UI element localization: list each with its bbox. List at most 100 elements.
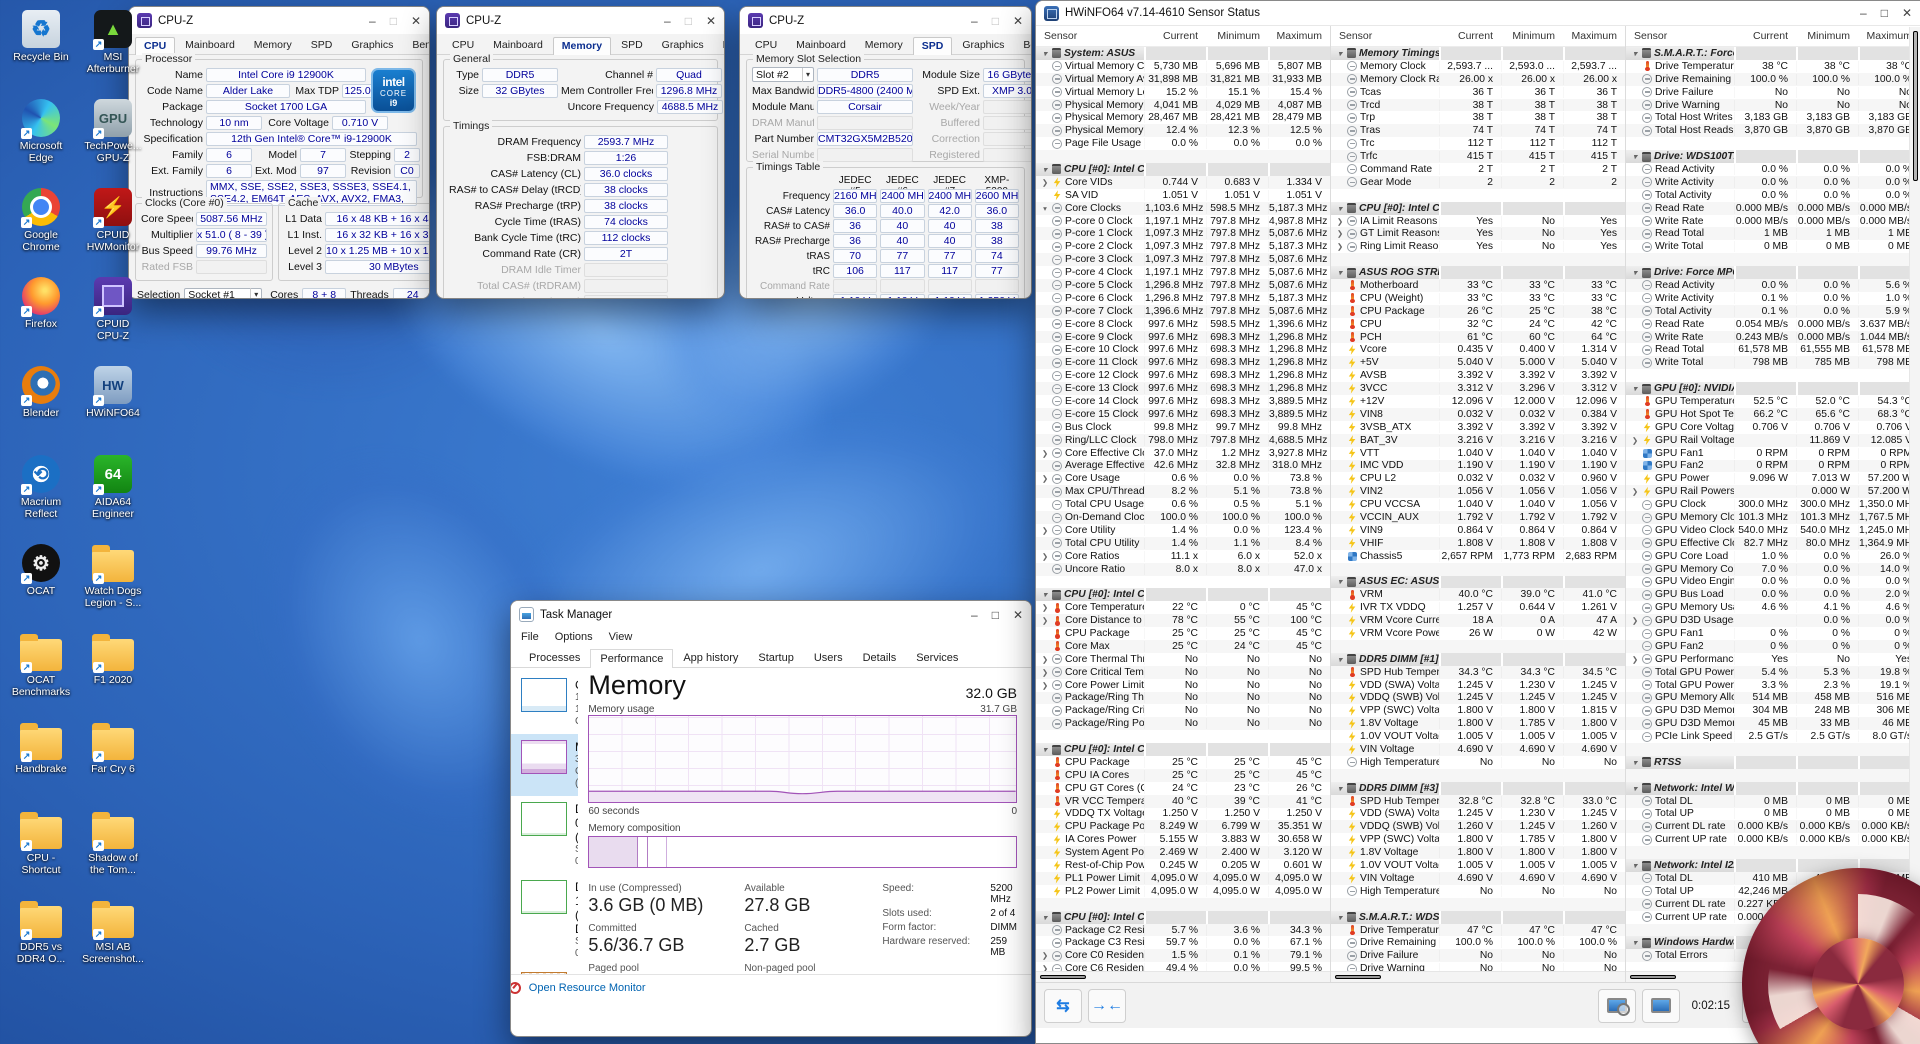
sensor-row[interactable]: E-core 8 Clock997.6 MHz598.5 MHz1,396.6 … — [1036, 318, 1330, 331]
sensor-row[interactable]: ❯Core VIDs0.744 V0.683 V1.334 V — [1036, 176, 1330, 189]
sensor-row[interactable]: CPU IA Cores25 °C25 °C45 °C — [1036, 769, 1330, 782]
desktop-icon-watch-dogs[interactable]: ↗Watch Dogs Legion - S... — [76, 542, 150, 609]
sensor-row[interactable]: Average Effective Clock42.6 MHz32.8 MHz3… — [1036, 460, 1330, 473]
collapse-icon[interactable]: ▾ — [1631, 268, 1639, 277]
sensor-row[interactable]: Vcore0.435 V0.400 V1.314 V — [1331, 343, 1625, 356]
sensor-row[interactable]: Read Activity0.0 %0.0 %5.6 % — [1626, 279, 1920, 292]
collapse-icon[interactable]: ▾ — [1631, 861, 1639, 870]
minimize-icon[interactable]: – — [971, 15, 978, 27]
horizontal-scrollbar[interactable] — [1036, 971, 1330, 982]
minimize-icon[interactable]: – — [971, 609, 978, 621]
sensor-row[interactable]: GPU Core Load1.0 %0.0 %26.0 % — [1626, 550, 1920, 563]
expand-icon[interactable]: ❯ — [1041, 552, 1049, 561]
sensor-row[interactable]: Drive WarningNoNoNo — [1331, 962, 1625, 971]
sensor-row[interactable]: Total CPU Usage0.6 %0.5 %5.1 % — [1036, 498, 1330, 511]
sensor-row[interactable]: Trcd38 T38 T38 T — [1331, 99, 1625, 112]
sensor-row[interactable]: Drive WarningNoNoNo — [1626, 99, 1920, 112]
expand-icon[interactable]: ❯ — [1336, 217, 1344, 226]
desktop-icon-far-cry-6[interactable]: ↗Far Cry 6 — [76, 720, 150, 776]
open-resource-monitor-link[interactable]: Open Resource Monitor — [529, 982, 646, 994]
sensor-row[interactable]: CPU Package25 °C25 °C45 °C — [1036, 627, 1330, 640]
sensor-row[interactable]: VR VCC Temperature (...40 °C39 °C41 °C — [1036, 795, 1330, 808]
sensor-row[interactable]: P-core 1 Clock1,097.3 MHz797.8 MHz5,087.… — [1036, 227, 1330, 240]
tab-memory[interactable]: Memory — [553, 37, 611, 55]
sensor-row[interactable]: Motherboard33 °C33 °C33 °C — [1331, 279, 1625, 292]
sensor-row[interactable]: Total CPU Utility1.4 %1.1 %8.4 % — [1036, 537, 1330, 550]
desktop-icon-firefox[interactable]: ↗Firefox — [4, 275, 78, 331]
sensor-row[interactable]: VPP (SWC) Voltage1.800 V1.800 V1.815 V — [1331, 704, 1625, 717]
sensor-row[interactable]: CPU Package26 °C25 °C38 °C — [1331, 305, 1625, 318]
desktop-icon-ddr5-vs[interactable]: ↗DDR5 vs DDR4 O... — [4, 898, 78, 965]
sensor-section-row[interactable]: ▾DDR5 DIMM [#3] — [1331, 782, 1625, 795]
sensor-row[interactable]: Tras74 T74 T74 T — [1331, 124, 1625, 137]
sensor-row[interactable]: Drive FailureNoNoNo — [1331, 949, 1625, 962]
sensor-row[interactable]: 1.0V VOUT Voltage1.005 V1.005 V1.005 V — [1331, 859, 1625, 872]
desktop-icon-cpuid[interactable]: ↗CPUID CPU-Z — [76, 275, 150, 342]
collapse-icon[interactable]: ▾ — [1041, 913, 1049, 922]
tab-users[interactable]: Users — [804, 648, 853, 667]
collapse-icon[interactable]: ▾ — [1336, 784, 1344, 793]
sensor-row[interactable]: VPP (SWC) Voltage1.800 V1.785 V1.800 V — [1331, 833, 1625, 846]
sensor-row[interactable]: PL2 Power Limit4,095.0 W4,095.0 W4,095.0… — [1036, 885, 1330, 898]
minimize-icon[interactable]: – — [369, 15, 376, 27]
sensor-row[interactable]: ❯GPU Rail Voltages11.869 V12.085 V — [1626, 434, 1920, 447]
swap-columns-button[interactable]: ⇆ — [1044, 989, 1082, 1023]
sensor-row[interactable]: Package/Ring Power Li...NoNoNo — [1036, 717, 1330, 730]
maximize-icon[interactable]: □ — [1881, 7, 1888, 19]
desktop-icon-msi[interactable]: ▲↗MSI Afterburner — [76, 8, 150, 75]
sensor-row[interactable]: VIN90.864 V0.864 V0.864 V — [1331, 524, 1625, 537]
sensor-row[interactable]: P-core 2 Clock1,097.3 MHz797.8 MHz5,187.… — [1036, 240, 1330, 253]
cpuz-titlebar[interactable]: CPU-Z –□✕ — [740, 7, 1031, 34]
sensor-row[interactable]: GPU D3D Memory Dynamic45 MB33 MB46 MB — [1626, 717, 1920, 730]
sensor-row[interactable]: SPD Hub Temperature34.3 °C34.3 °C34.5 °C — [1331, 666, 1625, 679]
menu-file[interactable]: File — [521, 631, 539, 643]
collapse-icon[interactable]: ▾ — [1336, 577, 1344, 586]
desktop-icon-cpu-[interactable]: ↗CPU - Shortcut — [4, 809, 78, 876]
sensor-row[interactable]: CPU VCCSA1.040 V1.040 V1.056 V — [1331, 498, 1625, 511]
menu-view[interactable]: View — [609, 631, 633, 643]
sensor-row[interactable]: Trfc415 T415 T415 T — [1331, 150, 1625, 163]
expand-icon[interactable]: ❯ — [1336, 229, 1344, 238]
desktop-icon-google[interactable]: ↗Google Chrome — [4, 186, 78, 253]
expand-icon[interactable]: ❯ — [1631, 436, 1639, 445]
sensor-row[interactable]: 1.8V Voltage1.800 V1.800 V1.800 V — [1331, 846, 1625, 859]
sidebar-item-memory[interactable]: Memory3.9/31.7 GB (12%) — [511, 734, 578, 796]
sensor-row[interactable]: VIN Voltage4.690 V4.690 V4.690 V — [1331, 743, 1625, 756]
sensor-row[interactable]: CPU GT Cores (Graphics)24 °C23 °C26 °C — [1036, 782, 1330, 795]
close-icon[interactable]: ✕ — [1902, 7, 1912, 19]
sensor-row[interactable]: VHIF1.808 V1.808 V1.808 V — [1331, 537, 1625, 550]
collapse-icon[interactable]: ▾ — [1041, 165, 1049, 174]
collapse-icon[interactable]: ▾ — [1041, 745, 1049, 754]
desktop-icon-ocat[interactable]: ⚙↗OCAT — [4, 542, 78, 598]
collapse-icon[interactable]: ▾ — [1041, 204, 1049, 213]
sensor-row[interactable]: ❯GPU D3D Usages0.0 %0.0 % — [1626, 614, 1920, 627]
sensor-row[interactable]: VRM40.0 °C39.0 °C41.0 °C — [1331, 588, 1625, 601]
sensor-section-row[interactable]: ▾S.M.A.R.T.: WDS10... — [1331, 911, 1625, 924]
desktop-icon-aida64[interactable]: 64↗AIDA64 Engineer — [76, 453, 150, 520]
sensor-row[interactable]: Physical Memory Availa...28,467 MB28,421… — [1036, 111, 1330, 124]
sensor-row[interactable]: Write Total798 MB785 MB798 MB — [1626, 356, 1920, 369]
sensor-row[interactable]: ❯Core Usage0.6 %0.0 %73.8 % — [1036, 472, 1330, 485]
expand-icon[interactable]: ❯ — [1041, 526, 1049, 535]
desktop-icon-cpuid[interactable]: ⚡↗CPUID HWMonitor — [76, 186, 150, 253]
sensor-row[interactable]: VIN21.056 V1.056 V1.056 V — [1331, 485, 1625, 498]
desktop-icon-msi-ab[interactable]: ↗MSI AB Screenshot... — [76, 898, 150, 965]
sidebar-item-disk-1-c-d-[interactable]: Disk 1 (C: D:)SSD0% — [511, 874, 578, 966]
sensor-row[interactable]: P-core 3 Clock1,097.3 MHz797.8 MHz5,087.… — [1036, 253, 1330, 266]
sensor-section-row[interactable]: ▾ASUS EC: ASUS — [1331, 576, 1625, 589]
horizontal-scrollbar[interactable] — [1331, 971, 1625, 982]
sensor-section-row[interactable]: ▾System: ASUS — [1036, 47, 1330, 60]
tab-graphics[interactable]: Graphics — [342, 36, 402, 54]
sensor-row[interactable]: SPD Hub Temperature32.8 °C32.8 °C33.0 °C — [1331, 795, 1625, 808]
sensor-row[interactable]: GPU Effective Clock82.7 MHz80.0 MHz1,364… — [1626, 537, 1920, 550]
sensor-row[interactable]: GPU Fan10 %0 %0 % — [1626, 627, 1920, 640]
expand-icon[interactable]: ❯ — [1631, 655, 1639, 664]
sensor-row[interactable]: BAT_3V3.216 V3.216 V3.216 V — [1331, 434, 1625, 447]
collapse-icon[interactable]: ▾ — [1631, 152, 1639, 161]
collapse-icon[interactable]: ▾ — [1336, 913, 1344, 922]
sensor-row[interactable]: ▾Core Clocks1,103.6 MHz598.5 MHz5,187.3 … — [1036, 202, 1330, 215]
sensor-row[interactable]: 3VSB_ATX3.392 V3.392 V3.392 V — [1331, 421, 1625, 434]
tab-startup[interactable]: Startup — [748, 648, 803, 667]
collapse-icon[interactable]: ▾ — [1336, 49, 1344, 58]
sensor-row[interactable]: 1.8V Voltage1.800 V1.785 V1.800 V — [1331, 717, 1625, 730]
